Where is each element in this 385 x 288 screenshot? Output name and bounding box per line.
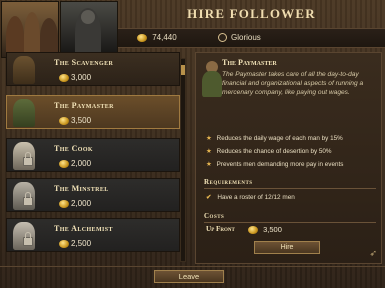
portrait-right: [60, 1, 118, 58]
footer-divider: [0, 266, 385, 267]
upfront-cost-value: 3,500: [263, 225, 282, 234]
star-icon: ★: [206, 148, 212, 155]
effect-text: Reduces the chance of desertion by 50%: [216, 148, 332, 155]
money-display: 74,440: [137, 33, 177, 42]
requirement-item: ✔ Have a roster of 12/12 men: [206, 193, 295, 201]
lock-icon: [23, 152, 33, 166]
coin-icon: [59, 240, 69, 248]
coin-icon: [59, 200, 69, 208]
lock-icon: [23, 192, 33, 206]
coin-icon: [248, 226, 258, 235]
follower-name: The Cook: [54, 144, 93, 153]
star-icon: ★: [206, 161, 212, 168]
requirements-heading: Requirements: [204, 178, 253, 186]
list-scrollbar[interactable]: [180, 58, 186, 262]
hire-button[interactable]: Hire: [254, 241, 320, 254]
follower-item-paymaster[interactable]: The Paymaster 3,500: [6, 95, 180, 129]
detail-name: The Paymaster: [222, 58, 277, 67]
follower-item-minstrel[interactable]: The Minstrel 2,000: [6, 178, 180, 212]
status-display: Glorious: [218, 33, 261, 43]
coin-icon: [59, 74, 69, 82]
portrait-body: [202, 71, 222, 97]
effect-item: ★ Reduces the daily wage of each man by 1…: [206, 135, 343, 142]
money-value: 74,440: [152, 33, 177, 42]
page-title: Hire Follower: [187, 6, 316, 21]
scrollbar-thumb[interactable]: [181, 65, 185, 75]
arrow-icon[interactable]: ➶: [369, 248, 377, 259]
portrait-helmet: [81, 10, 95, 24]
upfront-cost: 3,500: [248, 225, 282, 235]
divider: [204, 188, 376, 189]
follower-price: 3,000: [71, 73, 92, 82]
coin-icon: [59, 117, 69, 125]
follower-price: 3,500: [71, 116, 92, 125]
glorious-icon: [218, 33, 227, 43]
portrait-left: [1, 1, 59, 58]
detail-description: The Paymaster takes care of all the day-…: [222, 71, 364, 96]
check-icon: ✔: [206, 194, 212, 201]
requirement-text: Have a roster of 12/12 men: [217, 194, 295, 201]
follower-detail-panel: The Paymaster The Paymaster takes care o…: [195, 52, 382, 264]
resource-bar: 74,440 Glorious: [118, 28, 385, 48]
effect-item: ★ Reduces the chance of desertion by 50%: [206, 148, 331, 155]
divider: [204, 222, 376, 223]
lock-icon: [23, 232, 33, 246]
hire-follower-screen: Hire Follower 74,440 Glorious The Scaven…: [0, 0, 385, 288]
follower-name: The Minstrel: [54, 184, 109, 193]
effect-text: Prevents men demanding more pay in event…: [216, 161, 344, 168]
follower-item-alchemist[interactable]: The Alchemist 2,500: [6, 218, 180, 252]
follower-list: The Scavenger 3,000 The Paymaster 3,500 …: [4, 52, 190, 262]
follower-name: The Paymaster: [54, 101, 114, 110]
status-text: Glorious: [231, 33, 261, 42]
coin-icon: [137, 33, 147, 42]
follower-item-scavenger[interactable]: The Scavenger 3,000: [6, 52, 180, 86]
star-icon: ★: [206, 135, 212, 142]
follower-name: The Scavenger: [54, 58, 114, 67]
follower-price: 2,500: [71, 239, 92, 248]
follower-item-cook[interactable]: The Cook 2,000: [6, 138, 180, 172]
scavenger-avatar: [13, 56, 35, 84]
follower-name: The Alchemist: [54, 224, 113, 233]
upfront-label: Up Front: [206, 225, 235, 233]
leave-button[interactable]: Leave: [154, 270, 224, 283]
paymaster-avatar: [13, 99, 35, 127]
effect-text: Reduces the daily wage of each man by 15…: [216, 135, 343, 142]
costs-heading: Costs: [204, 212, 225, 220]
effect-item: ★ Prevents men demanding more pay in even…: [206, 161, 343, 168]
follower-price: 2,000: [71, 159, 92, 168]
follower-price: 2,000: [71, 199, 92, 208]
coin-icon: [59, 160, 69, 168]
